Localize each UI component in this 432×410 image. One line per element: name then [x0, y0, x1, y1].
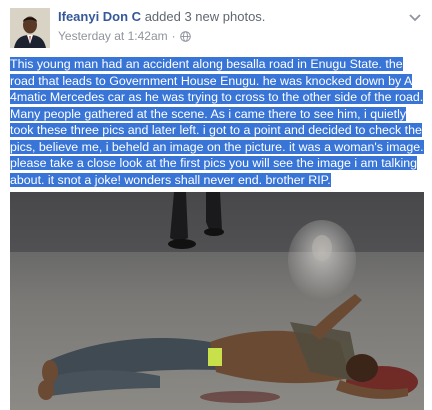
post-action-text: added 3 new photos. [144, 9, 266, 24]
author-name[interactable]: Ifeanyi Don C [58, 9, 141, 24]
caption-text: This young man had an accident along bes… [10, 57, 424, 187]
post-meta: Yesterday at 1:42am · [58, 29, 191, 43]
meta-separator: · [171, 29, 176, 43]
post-header: Ifeanyi Don C added 3 new photos. [58, 9, 265, 24]
post-photo[interactable] [10, 192, 424, 410]
avatar[interactable] [10, 8, 50, 48]
post-timestamp[interactable]: Yesterday at 1:42am [58, 29, 168, 43]
feed-post: Ifeanyi Don C added 3 new photos. Yester… [0, 0, 432, 410]
post-caption: This young man had an accident along bes… [10, 56, 424, 188]
chevron-down-icon[interactable] [408, 10, 422, 22]
globe-icon[interactable] [179, 30, 191, 42]
